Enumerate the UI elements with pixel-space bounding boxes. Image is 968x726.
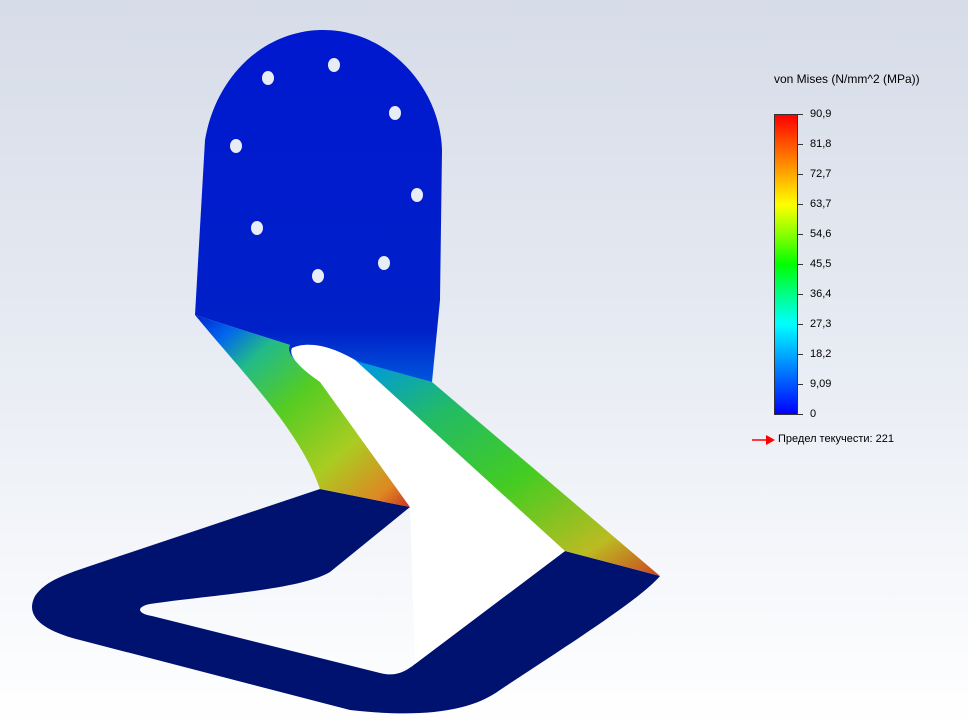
stress-legend[interactable]: von Mises (N/mm^2 (MPa)) 90,9 81,8 72,7 63,… bbox=[752, 70, 960, 460]
legend-tick-label: 90,9 bbox=[810, 108, 832, 120]
legend-tick-label: 54,6 bbox=[810, 228, 832, 240]
mount-hole bbox=[389, 106, 401, 120]
legend-tick-mark bbox=[798, 144, 803, 145]
legend-tick-label: 27,3 bbox=[810, 318, 832, 330]
legend-tick-label: 72,7 bbox=[810, 168, 832, 180]
legend-tick-mark bbox=[798, 414, 803, 415]
legend-tick-mark bbox=[798, 204, 803, 205]
color-scale-bar bbox=[774, 114, 798, 415]
mount-hole bbox=[328, 58, 340, 72]
legend-title: von Mises (N/mm^2 (MPa)) bbox=[774, 72, 920, 86]
legend-tick-mark bbox=[798, 324, 803, 325]
mount-hole bbox=[312, 269, 324, 283]
legend-tick-mark bbox=[798, 264, 803, 265]
yield-strength-label: Предел текучести: 221 bbox=[778, 433, 895, 445]
legend-tick-mark bbox=[798, 354, 803, 355]
legend-tick-label: 18,2 bbox=[810, 348, 832, 360]
red-arrow-icon bbox=[752, 435, 775, 445]
legend-tick-label: 36,4 bbox=[810, 288, 832, 300]
mount-hole bbox=[251, 221, 263, 235]
legend-tick-mark bbox=[798, 114, 803, 115]
mount-hole bbox=[230, 139, 242, 153]
mount-hole bbox=[378, 256, 390, 270]
legend-tick-label: 81,8 bbox=[810, 138, 832, 150]
mount-hole bbox=[262, 71, 274, 85]
legend-tick-label: 63,7 bbox=[810, 198, 832, 210]
legend-tick-mark bbox=[798, 234, 803, 235]
legend-tick-label: 9,09 bbox=[810, 378, 832, 390]
legend-tick-label: 0 bbox=[810, 408, 817, 420]
legend-tick-label: 45,5 bbox=[810, 258, 832, 270]
legend-tick-mark bbox=[798, 384, 803, 385]
legend-tick-mark bbox=[798, 294, 803, 295]
mount-hole bbox=[411, 188, 423, 202]
legend-tick-mark bbox=[798, 174, 803, 175]
